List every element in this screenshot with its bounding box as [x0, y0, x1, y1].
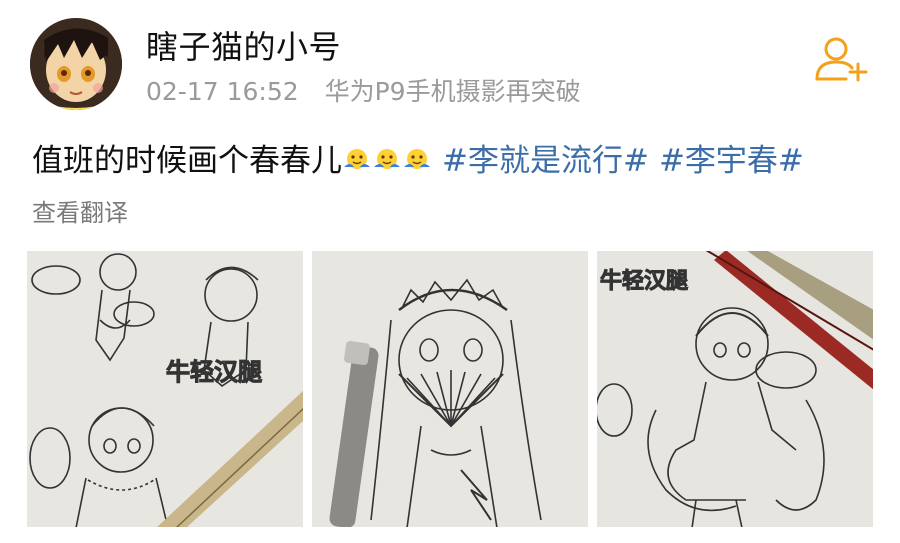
emoji-hug-icon: [342, 145, 372, 175]
photo-sketch-seated-chibi[interactable]: 牛轻汉腿: [596, 250, 874, 528]
emoji-hug-icon: [402, 145, 432, 175]
avatar-illustration-icon: [30, 18, 122, 110]
user-avatar[interactable]: [30, 18, 122, 110]
post-text: 值班的时候画个春春儿 #李就是流行# #李宇春#: [32, 135, 880, 180]
hashtag-link[interactable]: #李就是流行#: [442, 143, 649, 179]
translate-link[interactable]: 查看翻译: [32, 193, 128, 228]
svg-text:牛轻汉腿: 牛轻汉腿: [600, 268, 688, 294]
photo-sketch-fan-girl[interactable]: [311, 250, 589, 528]
post-device[interactable]: 华为P9手机摄影再突破: [325, 77, 581, 106]
username[interactable]: 瞎子猫的小号: [146, 22, 341, 68]
add-user-icon: [815, 37, 868, 82]
photo-grid: 牛轻汉腿 牛轻汉腿: [26, 250, 874, 528]
emoji-hug-icon: [372, 145, 402, 175]
post-time: 02-17 16:52: [146, 77, 299, 106]
post-body: 值班的时候画个春春儿: [32, 143, 342, 179]
svg-text:牛轻汉腿: 牛轻汉腿: [166, 358, 262, 386]
weibo-post: 瞎子猫的小号 02-17 16:52 华为P9手机摄影再突破 值班的时候画个春春…: [0, 0, 900, 543]
hashtag-link[interactable]: #李宇春#: [659, 143, 804, 179]
photo-sketch-chibi-group[interactable]: 牛轻汉腿: [26, 250, 304, 528]
follow-button[interactable]: [812, 34, 872, 84]
post-meta: 02-17 16:52 华为P9手机摄影再突破: [146, 72, 581, 108]
